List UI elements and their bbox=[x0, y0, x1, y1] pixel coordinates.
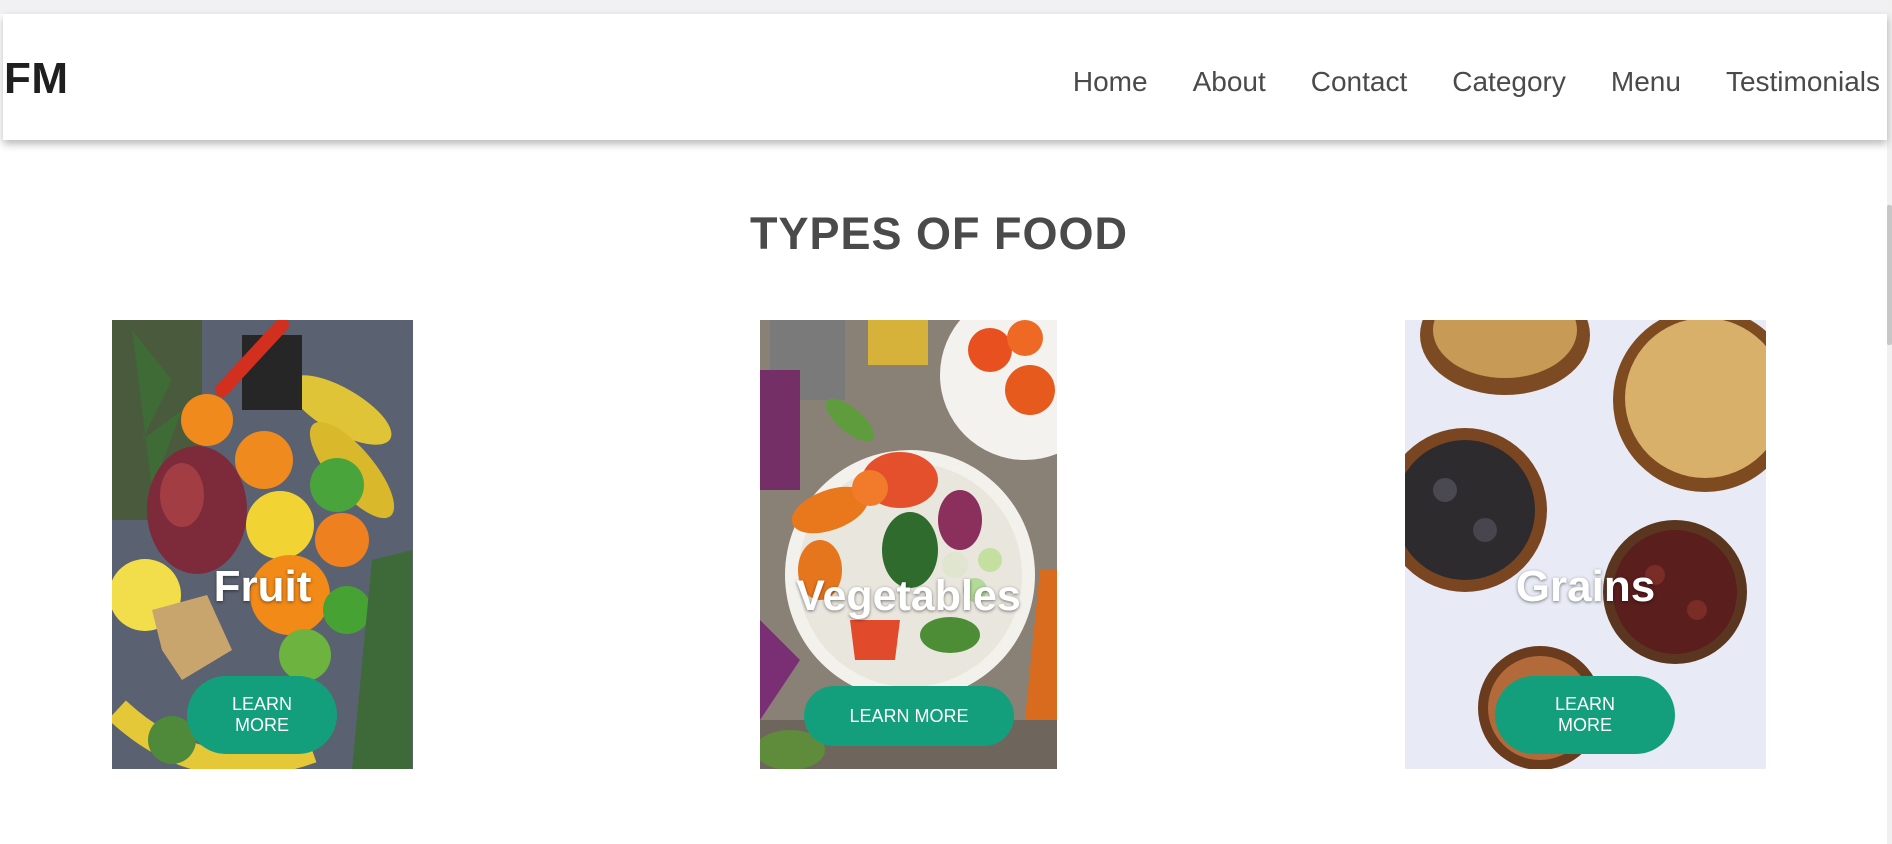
fruit-learn-more-button[interactable]: LEARN MORE bbox=[187, 676, 337, 754]
nav-testimonials[interactable]: Testimonials bbox=[1726, 66, 1880, 98]
nav-home[interactable]: Home bbox=[1073, 66, 1148, 98]
grains-learn-more-button[interactable]: LEARN MORE bbox=[1495, 676, 1675, 754]
card-fruit: Fruit LEARN MORE bbox=[112, 320, 413, 769]
page-scrollbar[interactable] bbox=[1887, 0, 1892, 844]
card-vegetables: Vegetables LEARN MORE bbox=[760, 320, 1057, 769]
vegetables-learn-more-button[interactable]: LEARN MORE bbox=[804, 686, 1014, 746]
section-title: TYPES OF FOOD bbox=[749, 208, 1129, 259]
site-logo[interactable]: FM bbox=[4, 54, 69, 104]
nav-contact[interactable]: Contact bbox=[1311, 66, 1408, 98]
card-fruit-title: Fruit bbox=[213, 562, 312, 611]
scrollbar-thumb[interactable] bbox=[1887, 205, 1892, 345]
site-header: FM Home About Contact Category Menu Test… bbox=[3, 14, 1887, 140]
nav-menu[interactable]: Menu bbox=[1611, 66, 1681, 98]
top-strip bbox=[0, 0, 1892, 14]
main-nav: Home About Contact Category Menu Testimo… bbox=[1073, 66, 1880, 98]
card-grains: Grains LEARN MORE bbox=[1405, 320, 1766, 769]
card-vegetables-title: Vegetables bbox=[796, 572, 1021, 620]
nav-about[interactable]: About bbox=[1193, 66, 1266, 98]
card-grains-title: Grains bbox=[1515, 562, 1656, 611]
nav-category[interactable]: Category bbox=[1452, 66, 1566, 98]
page: FM Home About Contact Category Menu Test… bbox=[0, 0, 1892, 844]
